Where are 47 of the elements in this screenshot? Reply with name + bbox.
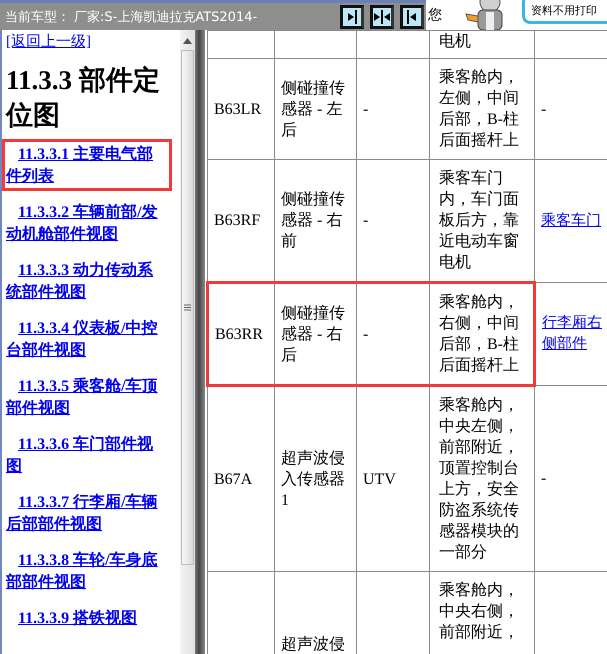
back-link[interactable]: [返回上一级] [6, 32, 91, 51]
location-text: 乘客舱内，右侧，中间后部，B-柱后面摇杆上 [439, 294, 519, 374]
view-link[interactable]: 乘客车门 [541, 210, 603, 232]
scrollbar[interactable] [180, 30, 195, 654]
arrow-left-icon [407, 10, 417, 24]
section-link[interactable]: 11.3.3.2 车辆前部/发动机舱部件视图 [2, 197, 172, 249]
table-cell: - [541, 470, 546, 487]
section-link[interactable]: 11.3.3.3 动力传动系统部件视图 [2, 255, 172, 307]
column-3-text: - [363, 212, 368, 229]
part-name: 侧碰撞传感器 - 右前 [281, 191, 345, 250]
splitter-bar[interactable] [195, 30, 205, 654]
section-link[interactable]: 11.3.3.5 乘客舱/车顶部件视图 [2, 371, 172, 423]
section-link[interactable]: 11.3.3.9 搭铁视图 [2, 603, 172, 633]
scroll-up-icon[interactable] [183, 38, 192, 44]
part-code: B63LR [214, 100, 262, 118]
arrows-inward-icon [374, 10, 390, 24]
page-heading: 11.3.3 部件定位图 [6, 64, 161, 132]
center-button[interactable] [370, 4, 394, 28]
section-link[interactable]: 11.3.3.1 主要电气部件列表 [2, 139, 172, 191]
column-3-text: - [363, 100, 368, 118]
part-name: 侧碰撞传感器 - 左后 [281, 80, 345, 138]
speech-bubble: 资料不用打印 [522, 0, 607, 24]
section-link[interactable]: 11.3.3.4 仪表板/中控台部件视图 [2, 313, 172, 365]
column-3-text: - [363, 326, 368, 342]
expand-left-button[interactable] [400, 4, 424, 28]
greeting-text: 您 [428, 6, 442, 24]
part-code: B63RF [214, 212, 260, 229]
section-link[interactable]: 11.3.3.7 行李厢/车辆后部部件视图 [2, 487, 172, 539]
section-link[interactable]: 11.3.3.6 车门部件视图 [2, 429, 172, 481]
column-3-text: UTV [363, 470, 396, 488]
part-name: 超声波侵入传感器 1 [281, 450, 345, 508]
grip-icon [184, 304, 191, 311]
location-text: 乘客舱内，中央右侧，前部附近， [439, 582, 519, 641]
part-name: 超声波侵 [281, 636, 345, 653]
location-text: 乘客舱内，左侧，中间后部，B-柱后面摇杆上 [439, 69, 519, 149]
location-text: 乘客舱内，中央左侧，前部附近，顶置控制台上方，安全防盗系统传感器模块的一部分 [439, 397, 519, 561]
section-link[interactable]: 11.3.3.8 车轮/车身底部部件视图 [2, 545, 172, 597]
location-text: 乘客车门内，车门面板后方，靠近电动车窗电机 [439, 170, 519, 271]
part-name: 侧碰撞传感器 - 右后 [281, 304, 345, 364]
part-code: B67A [214, 470, 252, 488]
location-text: 电机 [439, 33, 471, 50]
table-cell: - [541, 100, 546, 118]
arrow-right-icon [347, 10, 357, 24]
model-label: 当前车型： [5, 8, 70, 26]
expand-right-button[interactable] [340, 4, 364, 28]
model-value: 厂家:S-上海凯迪拉克ATS2014- [74, 8, 258, 26]
part-code: B63RR [215, 326, 264, 342]
